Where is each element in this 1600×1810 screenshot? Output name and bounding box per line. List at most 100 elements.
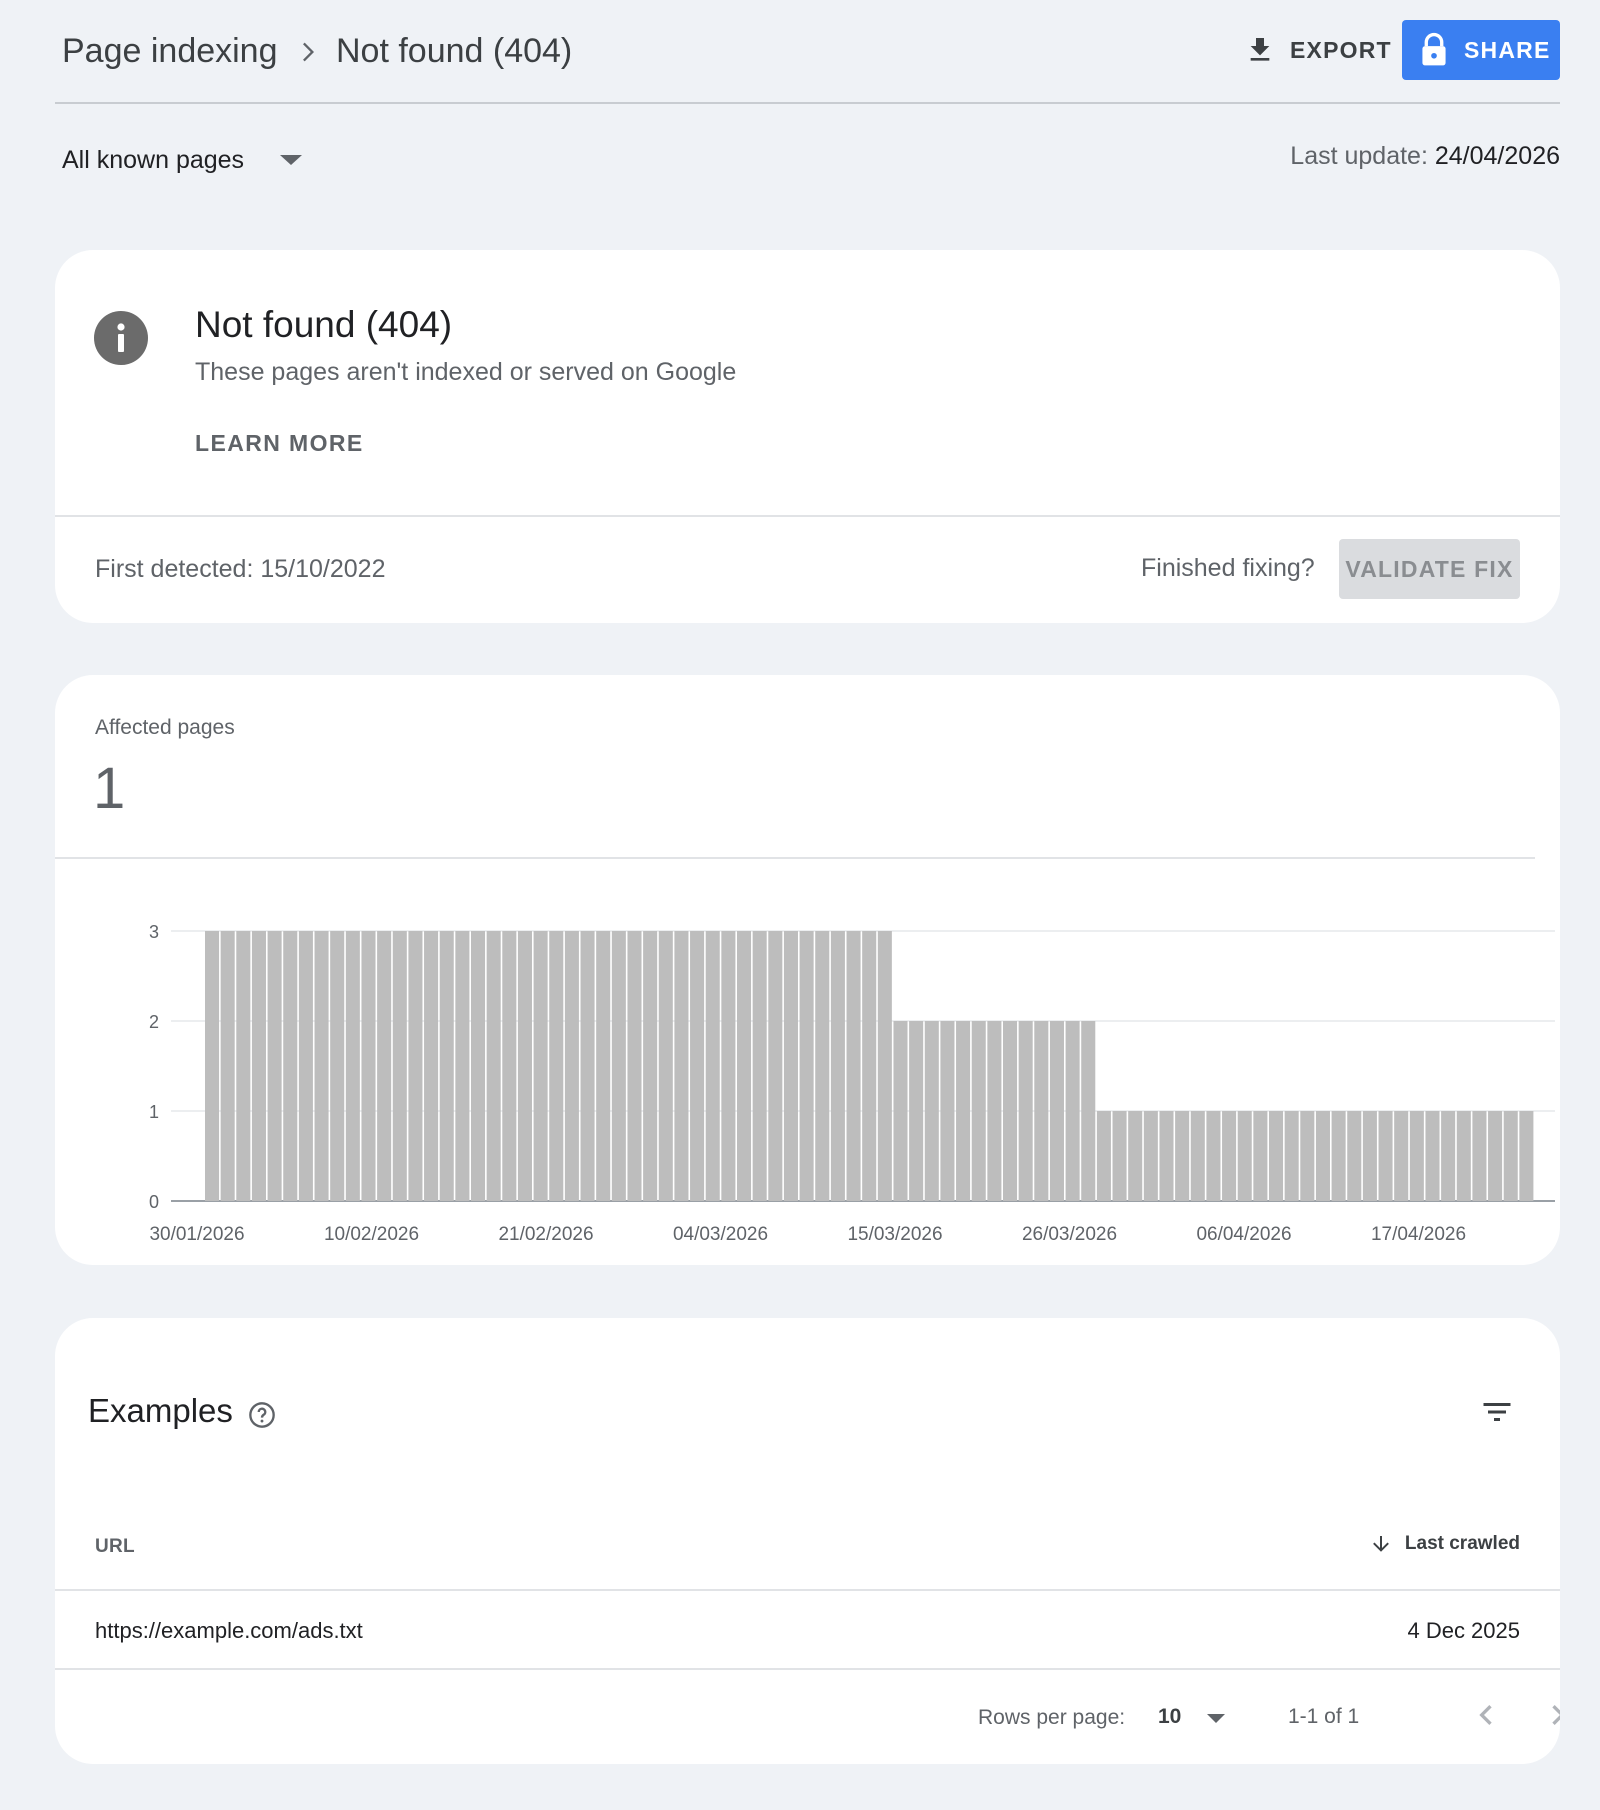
breadcrumb-current: Not found (404) [336, 32, 573, 70]
x-tick-label: 17/04/2026 [1371, 1224, 1466, 1245]
page-header: Page indexing Not found (404) EXPORT SHA… [55, 0, 1560, 104]
validate-fix-button[interactable]: VALIDATE FIX [1339, 539, 1520, 599]
bar [392, 931, 407, 1201]
bar [877, 931, 892, 1201]
affected-pages-card: Affected pages 1 0 1 2 3 30/01/2026 10/02/202… [55, 675, 1560, 1265]
bar [1331, 1111, 1346, 1201]
bar [236, 931, 251, 1201]
rows-per-page-value[interactable]: 10 [1158, 1705, 1181, 1729]
bar [424, 931, 439, 1201]
bar [1488, 1111, 1503, 1201]
share-label: SHARE [1464, 36, 1551, 63]
bar [1503, 1111, 1518, 1201]
x-tick-label: 04/03/2026 [673, 1224, 768, 1245]
bar [737, 931, 752, 1201]
bar [987, 1021, 1002, 1201]
bar [1143, 1111, 1158, 1201]
bar [1206, 1111, 1221, 1201]
bar [1519, 1111, 1534, 1201]
export-label: EXPORT [1290, 36, 1392, 63]
issue-card: Not found (404) These pages aren't index… [55, 250, 1560, 623]
bar [1159, 1111, 1174, 1201]
learn-more-link[interactable]: LEARN MORE [195, 430, 364, 457]
bar [1378, 1111, 1393, 1201]
page-range: 1-1 of 1 [1288, 1705, 1360, 1728]
bar [1253, 1111, 1268, 1201]
bar [298, 931, 313, 1201]
bar [768, 931, 783, 1201]
rows-per-page-label: Rows per page: [978, 1706, 1126, 1729]
caret-down-icon [280, 155, 303, 165]
bar [1049, 1021, 1064, 1201]
page-filter-label: All known pages [62, 145, 245, 174]
chevron-left-icon [1479, 1705, 1492, 1725]
bar [408, 931, 423, 1201]
bar [627, 931, 642, 1201]
x-tick-label: 26/03/2026 [1022, 1224, 1117, 1245]
download-icon [1250, 38, 1270, 61]
bar [1362, 1111, 1377, 1201]
divider [55, 857, 1535, 859]
bar [549, 931, 564, 1201]
breadcrumb-root[interactable]: Page indexing [62, 32, 278, 71]
y-tick-label: 2 [149, 1012, 159, 1032]
filter-icon[interactable] [1479, 1394, 1515, 1430]
bar [502, 931, 517, 1201]
bar [783, 931, 798, 1201]
share-button[interactable]: SHARE [1402, 20, 1560, 80]
bar [486, 931, 501, 1201]
bar [1096, 1111, 1111, 1201]
column-header-url[interactable]: URL [95, 1536, 135, 1558]
bar [1284, 1111, 1299, 1201]
x-tick-label: 10/02/2026 [324, 1224, 419, 1245]
bar [251, 931, 266, 1201]
bar [1128, 1111, 1143, 1201]
bar [830, 931, 845, 1201]
bar [1190, 1111, 1205, 1201]
rows-per-page-caret-icon[interactable] [1207, 1714, 1225, 1723]
column-header-last-crawled[interactable]: Last crawled [1369, 1532, 1520, 1556]
finished-fixing-label: Finished fixing? [1141, 554, 1315, 582]
bar [1394, 1111, 1409, 1201]
table-row-url[interactable]: https://example.com/ads.txt [95, 1618, 363, 1644]
page-filter-dropdown[interactable]: All known pages [62, 140, 303, 180]
bar [517, 931, 532, 1201]
bar [752, 931, 767, 1201]
bar [439, 931, 454, 1201]
bar [283, 931, 298, 1201]
bar [1222, 1111, 1237, 1201]
bar [893, 1021, 908, 1201]
x-tick-label: 06/04/2026 [1196, 1224, 1291, 1245]
x-tick-label: 21/02/2026 [498, 1224, 593, 1245]
last-update-label: Last update: [1290, 142, 1428, 170]
bar [361, 931, 376, 1201]
bar [220, 931, 235, 1201]
divider [55, 515, 1560, 517]
table-row-last-crawled: 4 Dec 2025 [1407, 1618, 1520, 1643]
y-tick-label: 1 [149, 1102, 159, 1122]
bar [924, 1021, 939, 1201]
next-page-button[interactable] [1538, 1695, 1560, 1735]
divider [55, 1589, 1560, 1591]
bar [658, 931, 673, 1201]
bar [940, 1021, 955, 1201]
bar [596, 931, 611, 1201]
bar [690, 931, 705, 1201]
bar [1237, 1111, 1252, 1201]
bar [1175, 1111, 1190, 1201]
issue-title: Not found (404) [195, 304, 453, 345]
bar [611, 931, 626, 1201]
x-tick-label: 15/03/2026 [847, 1224, 942, 1245]
previous-page-button[interactable] [1466, 1695, 1506, 1735]
bar [471, 931, 486, 1201]
bar [1425, 1111, 1440, 1201]
bar [377, 931, 392, 1201]
bar [846, 931, 861, 1201]
lock-icon [1422, 32, 1446, 66]
affected-pages-label: Affected pages [95, 716, 235, 739]
help-icon[interactable] [248, 1401, 276, 1429]
issue-subtitle: These pages aren't indexed or served on … [195, 358, 737, 386]
bar [1347, 1111, 1362, 1201]
last-update-value: 24/04/2026 [1434, 142, 1560, 170]
first-detected: First detected: 15/10/2022 [95, 555, 386, 583]
